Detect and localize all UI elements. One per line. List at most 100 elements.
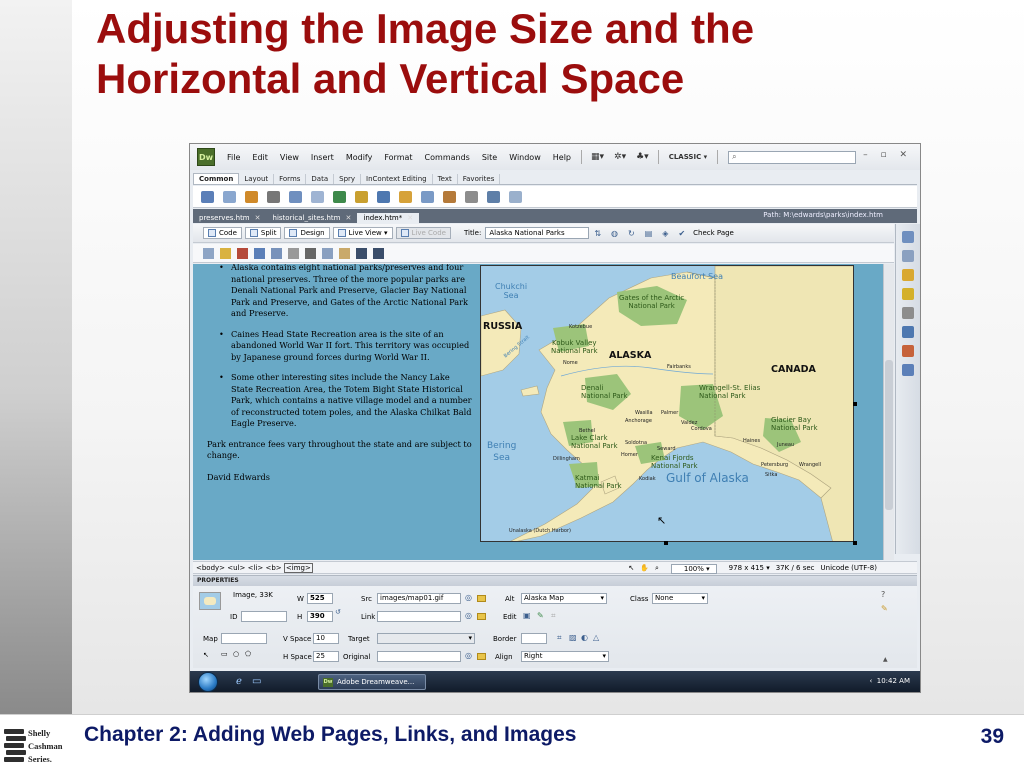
menu-window[interactable]: Window: [509, 153, 541, 162]
src-input[interactable]: images/map01.gif: [377, 593, 461, 604]
hand-tool-icon[interactable]: ✋: [640, 564, 649, 574]
resample-icon[interactable]: ▨: [569, 633, 577, 642]
insert-panel-icon[interactable]: [902, 231, 914, 243]
reset-size-icon[interactable]: ↺: [335, 608, 341, 616]
doc-tab-index[interactable]: index.htm* ✕: [357, 213, 420, 223]
doc-tab-historical-sites[interactable]: historical_sites.htm ✕: [267, 213, 358, 223]
css-styles-icon[interactable]: [902, 250, 914, 262]
tab-incontext-editing[interactable]: InContext Editing: [361, 174, 433, 184]
tag-ul[interactable]: <ul>: [227, 564, 245, 572]
date-icon[interactable]: [377, 190, 390, 203]
internet-explorer-icon[interactable]: ℯ: [236, 676, 242, 687]
horizontal-rule-icon[interactable]: [267, 190, 280, 203]
menu-file[interactable]: File: [227, 153, 240, 162]
id-input[interactable]: [241, 611, 287, 622]
doc-tab-preserves[interactable]: preserves.htm ✕: [193, 213, 267, 223]
tag-chooser-icon[interactable]: [509, 190, 522, 203]
server-side-include-icon[interactable]: [399, 190, 412, 203]
assets-icon[interactable]: [902, 345, 914, 357]
collapse-arrow-icon[interactable]: ▲: [883, 656, 888, 663]
new-document-icon[interactable]: [203, 247, 214, 259]
sharpen-icon[interactable]: △: [593, 633, 599, 642]
resize-handle-bottom[interactable]: [664, 541, 668, 545]
tab-forms[interactable]: Forms: [274, 174, 307, 184]
split-view-button[interactable]: Split: [244, 227, 282, 239]
properties-header[interactable]: PROPERTIES: [193, 576, 917, 586]
undo-icon[interactable]: [356, 247, 367, 259]
head-icon[interactable]: [443, 190, 456, 203]
live-view-button[interactable]: Live View ▾: [332, 227, 393, 239]
tab-spry[interactable]: Spry: [334, 174, 362, 184]
link-input[interactable]: [377, 611, 461, 622]
hyperlink-icon[interactable]: [201, 190, 214, 203]
resize-handle-corner[interactable]: [853, 541, 857, 545]
tab-text[interactable]: Text: [433, 174, 458, 184]
print-code-icon[interactable]: [288, 247, 299, 259]
tab-favorites[interactable]: Favorites: [458, 174, 501, 184]
scrollbar-thumb[interactable]: [885, 360, 893, 510]
tab-data[interactable]: Data: [306, 174, 335, 184]
folder-icon[interactable]: [477, 595, 486, 602]
map-name-input[interactable]: [221, 633, 267, 644]
menu-format[interactable]: Format: [384, 153, 412, 162]
workspace-switcher[interactable]: CLASSIC ▾: [669, 153, 707, 161]
window-controls[interactable]: – ▫ ✕: [863, 150, 912, 160]
media-icon[interactable]: [355, 190, 368, 203]
design-view-scrollbar[interactable]: [883, 264, 894, 560]
circle-hotspot-icon[interactable]: ○: [233, 650, 239, 658]
vspace-input[interactable]: 10: [313, 633, 339, 644]
zoom-tool-icon[interactable]: ⌕: [655, 564, 659, 574]
menu-site[interactable]: Site: [482, 153, 497, 162]
ap-elements-icon[interactable]: [902, 269, 914, 281]
tag-body[interactable]: <body>: [196, 564, 225, 572]
tag-b[interactable]: <b>: [266, 564, 282, 572]
brightness-contrast-icon[interactable]: ◐: [581, 633, 588, 642]
tag-li[interactable]: <li>: [248, 564, 264, 572]
menu-help[interactable]: Help: [553, 153, 571, 162]
show-desktop-icon[interactable]: ▭: [252, 676, 261, 687]
div-icon[interactable]: [311, 190, 324, 203]
open-icon[interactable]: [220, 247, 231, 259]
script-icon[interactable]: [465, 190, 478, 203]
refresh-icon[interactable]: ↻: [628, 229, 635, 238]
hspace-input[interactable]: 25: [313, 651, 339, 662]
image-icon[interactable]: [333, 190, 346, 203]
table-icon[interactable]: [289, 190, 302, 203]
comment-icon[interactable]: [421, 190, 434, 203]
code-view-button[interactable]: Code: [203, 227, 242, 239]
point-to-file-icon[interactable]: ◎: [465, 611, 472, 620]
view-options-icon[interactable]: ▤: [645, 229, 653, 238]
email-link-icon[interactable]: [223, 190, 236, 203]
help-icon[interactable]: ?: [881, 590, 885, 599]
tab-layout[interactable]: Layout: [239, 174, 275, 184]
behaviors-icon[interactable]: [902, 288, 914, 300]
snippets-icon[interactable]: [902, 364, 914, 376]
named-anchor-icon[interactable]: [245, 190, 258, 203]
taskbar-dreamweaver-button[interactable]: Dw Adobe Dreamweave...: [318, 674, 426, 690]
help-search-input[interactable]: ⌕: [728, 150, 857, 164]
save-icon[interactable]: [254, 247, 265, 259]
tag-img[interactable]: <img>: [283, 563, 313, 573]
templates-icon[interactable]: [487, 190, 500, 203]
edit-photoshop-icon[interactable]: ▣: [523, 611, 531, 620]
preview-browser-icon[interactable]: ◍: [611, 229, 618, 238]
copy-icon[interactable]: [322, 247, 333, 259]
validate-icon[interactable]: ✔: [678, 229, 685, 238]
rectangle-hotspot-icon[interactable]: ▭: [221, 650, 228, 658]
page-title-input[interactable]: Alaska National Parks: [485, 227, 590, 239]
alaska-map-image[interactable]: Chukchi Sea Beaufort Sea Bering Strait B…: [480, 265, 854, 542]
file-management-icon[interactable]: ⇅: [594, 229, 601, 238]
align-select[interactable]: Right: [521, 651, 609, 662]
design-view-button[interactable]: Design: [284, 227, 330, 239]
menu-view[interactable]: View: [280, 153, 299, 162]
start-button-icon[interactable]: [198, 672, 218, 692]
paste-icon[interactable]: [339, 247, 350, 259]
alt-input[interactable]: Alaska Map: [521, 593, 607, 604]
visual-aids-icon[interactable]: ◈: [662, 229, 668, 238]
folder-icon[interactable]: [477, 653, 486, 660]
cut-icon[interactable]: [305, 247, 316, 259]
crop-tool-icon[interactable]: ⌗: [557, 633, 562, 643]
class-select[interactable]: None: [652, 593, 708, 604]
polygon-hotspot-icon[interactable]: ⬠: [245, 650, 251, 658]
extend-gear-icon[interactable]: ✲▾: [614, 152, 626, 162]
